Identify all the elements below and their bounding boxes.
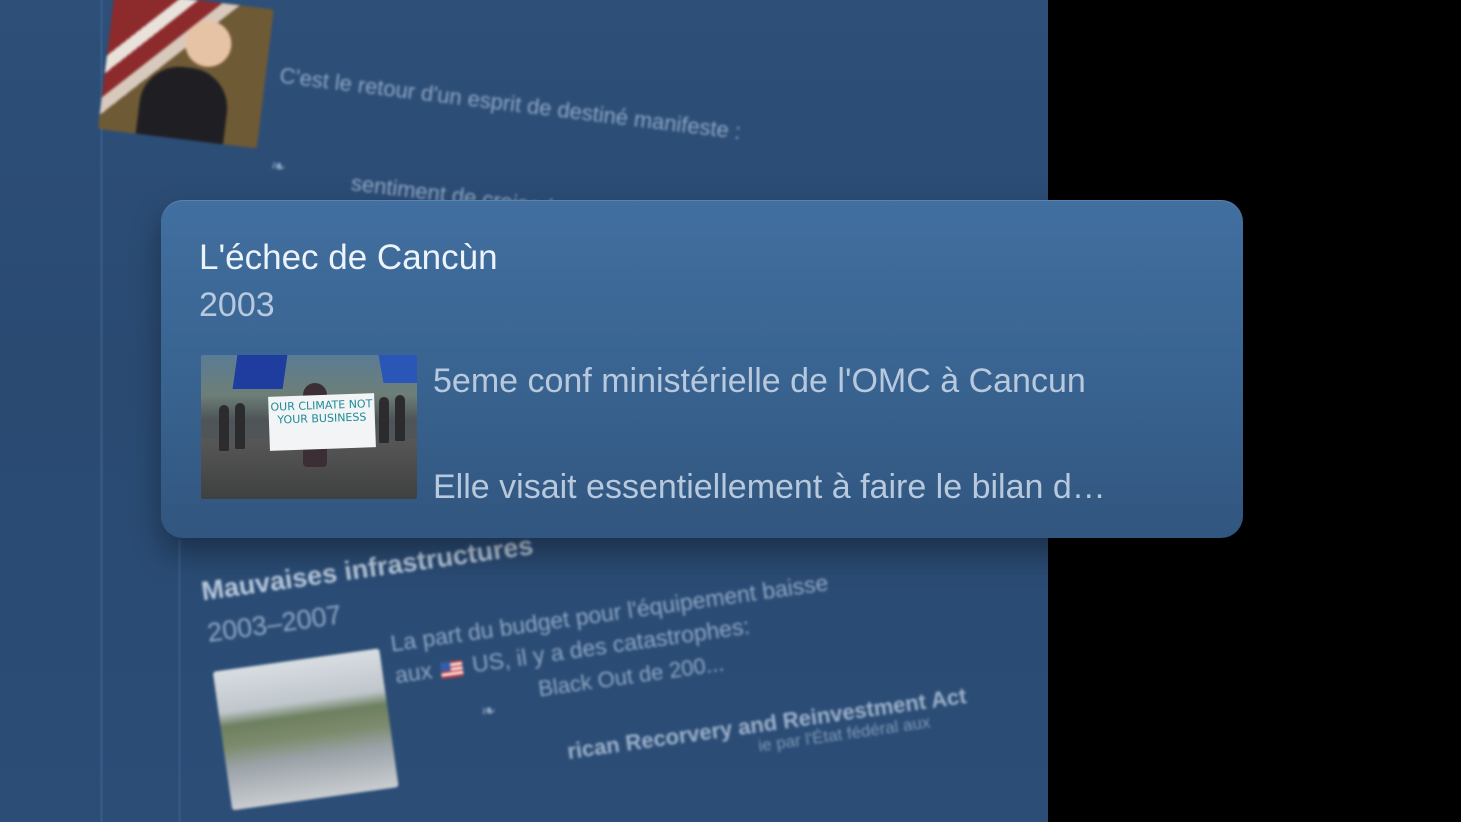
flag-icon	[378, 355, 417, 383]
protester	[395, 395, 405, 441]
card-summary: 5eme conf ministérielle de l'OMC à Cancu…	[433, 362, 1086, 400]
timeline-rail-secondary	[178, 540, 181, 822]
timeline-card-focused[interactable]: L'échec de Cancùn 2003 OUR CLIMATE NOT Y…	[161, 200, 1243, 538]
entry-text: C'est le retour d'un esprit de destiné m…	[278, 62, 743, 145]
card-detail: Elle visait essentiellement à faire le b…	[433, 468, 1106, 506]
card-year: 2003	[199, 286, 275, 324]
protester	[235, 403, 245, 449]
card-title: L'échec de Cancùn	[199, 238, 498, 277]
link-icon: ❧	[269, 155, 287, 178]
card-photo[interactable]: OUR CLIMATE NOT YOUR BUSINESS	[201, 355, 417, 499]
us-flag-icon	[440, 659, 465, 679]
entry-text-prefix: aux	[393, 657, 434, 689]
protester	[219, 405, 229, 451]
entry-photo	[97, 0, 274, 149]
entry-title: Mauvaises infrastructures	[199, 530, 536, 607]
entry-years: 2003–2007	[205, 599, 344, 648]
entry-photo	[212, 648, 399, 811]
link-icon: ❧	[479, 699, 498, 722]
protester	[379, 397, 389, 443]
protest-sign: OUR CLIMATE NOT YOUR BUSINESS	[268, 393, 376, 451]
eu-flag-icon	[232, 355, 288, 389]
